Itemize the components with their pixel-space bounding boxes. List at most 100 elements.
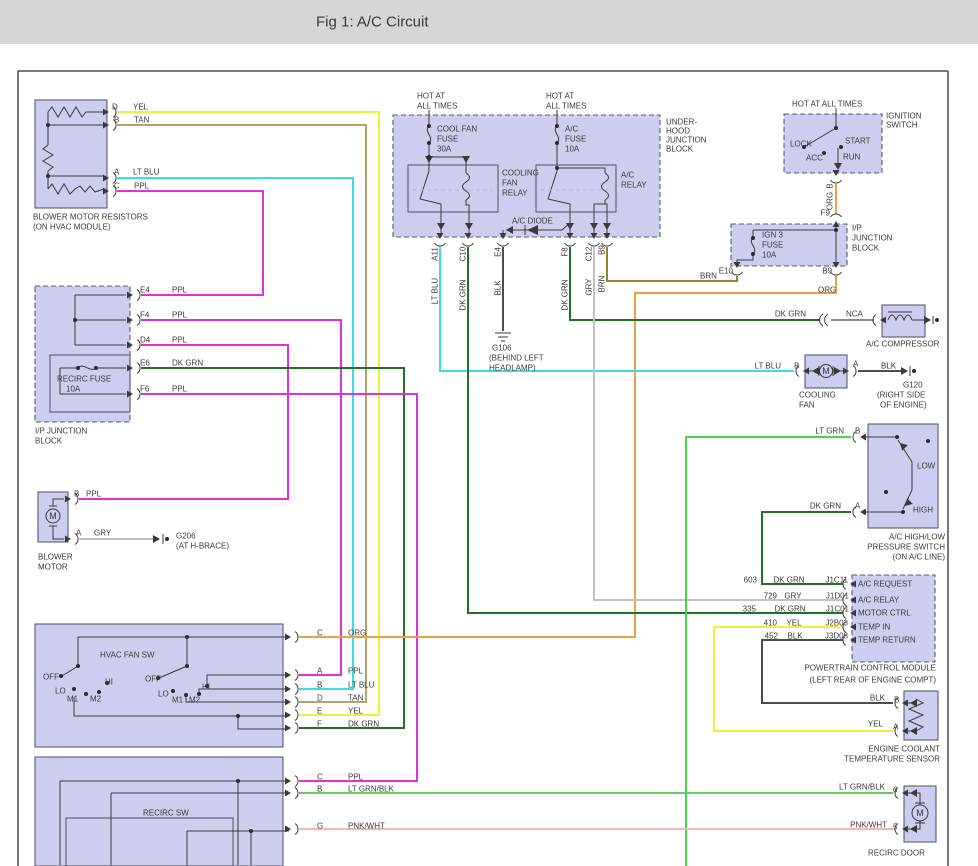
junction-dot: [97, 690, 101, 694]
pin-arrow: [285, 789, 291, 797]
junction-dot: [427, 155, 431, 159]
junction-dot: [895, 435, 899, 439]
junction-dot: [839, 145, 843, 149]
wire-ppl-f4-hvac-a: [141, 319, 342, 676]
junction-dot: [171, 689, 175, 693]
junction-dot: [555, 141, 559, 145]
pin-arrow: [285, 685, 291, 693]
junction-dot: [184, 693, 188, 697]
ac-compressor-box: [881, 304, 926, 338]
junction-dot: [822, 151, 826, 155]
pin-connector-arc: [601, 242, 613, 247]
pin-connector-arc: [894, 787, 899, 799]
pin-connector-arc: [830, 213, 842, 218]
pin-arrow: [285, 698, 291, 706]
junction-dot: [84, 692, 88, 696]
pin-connector-arc: [136, 314, 141, 326]
junction-dot: [46, 123, 50, 127]
junction-dot: [802, 145, 806, 149]
pin-connector-arc: [294, 696, 299, 708]
pin-connector-arc: [74, 533, 79, 545]
junction-dot: [236, 714, 240, 718]
junction-dot: [935, 318, 939, 322]
pin-connector-arc: [294, 775, 299, 787]
wire-tan-blower-b: [117, 124, 367, 703]
pin-connector-arc: [434, 242, 446, 247]
junction-dot: [205, 684, 209, 688]
pin-connector-arc: [795, 365, 800, 377]
ignition-switch-box: [783, 113, 883, 174]
pin-connector-arc: [136, 362, 141, 374]
pin-connector-arc: [294, 709, 299, 721]
pin-connector-arc: [842, 594, 847, 606]
junction-dot: [751, 252, 755, 256]
junction-dot: [94, 366, 98, 370]
junction-dot: [76, 664, 80, 668]
wire-ltgrn-pressure-b: [685, 436, 851, 866]
pin-arrow: [285, 711, 291, 719]
pin-connector-arc: [136, 388, 141, 400]
wire-gry-c12-pcm: [593, 247, 843, 601]
junction-dot: [236, 779, 240, 783]
junction-dot: [197, 692, 201, 696]
pin-connector-arc: [852, 506, 857, 518]
wiring-diagram-page: Fig 1: A/C Circuit MMM D YEL B TAN A LT BLU C P…: [0, 0, 978, 866]
pin-connector-arc: [564, 242, 576, 247]
junction-dot: [926, 439, 930, 443]
junction-dot: [912, 369, 916, 373]
wire-ltblu-blower-a: [117, 177, 354, 690]
pcm-box: [851, 574, 936, 663]
junction-dot: [73, 318, 77, 322]
pin-connector-arc: [830, 271, 842, 276]
junction-dot: [901, 510, 905, 514]
pin-connector-arc: [731, 271, 743, 276]
pin-connector-arc: [294, 683, 299, 695]
pin-arrow: [285, 724, 291, 732]
junction-dot: [555, 166, 559, 170]
junction-dot: [427, 124, 431, 128]
pin-connector-arc: [842, 621, 847, 633]
recirc-door-motor-symbol-letter: M: [916, 808, 924, 818]
cooling-fan-motor-symbol-letter: M: [822, 366, 830, 376]
junction-dot: [165, 537, 169, 541]
pin-arrow: [285, 633, 291, 641]
pin-connector-arc: [136, 339, 141, 351]
pin-connector-arc: [872, 314, 877, 326]
pin-connector-arc: [894, 697, 899, 709]
pin-connector-arc: [842, 634, 847, 646]
pin-connector-arc: [894, 725, 899, 737]
ip-junction-left-box: [34, 285, 131, 423]
pin-connector-arc: [852, 365, 857, 377]
wire-ppl-resistor-e4: [117, 190, 264, 296]
arrowhead: [924, 316, 931, 324]
pin-connector-arc: [497, 242, 509, 247]
pin-arrow: [285, 671, 291, 679]
inline-connector: [824, 313, 829, 327]
pin-connector-arc: [588, 242, 600, 247]
junction-dot: [884, 490, 888, 494]
junction-dot: [185, 635, 189, 639]
pin-connector-arc: [294, 722, 299, 734]
junction-dot: [185, 664, 189, 668]
pin-connector-arc: [136, 289, 141, 301]
junction-dot: [834, 228, 838, 232]
pin-arrow: [860, 508, 866, 516]
pin-connector-arc: [112, 106, 117, 118]
junction-dot: [59, 674, 63, 678]
pin-connector-arc: [842, 607, 847, 619]
diagram-svg: M M M: [17, 70, 949, 866]
junction-dot: [46, 174, 50, 178]
blower-motor-symbol-letter: M: [49, 511, 57, 521]
pin-arrow: [860, 433, 866, 441]
pin-connector-arc: [294, 631, 299, 643]
junction-dot: [105, 681, 109, 685]
pin-connector-arc: [294, 787, 299, 799]
pin-connector-arc: [294, 669, 299, 681]
wire-dkgrn-pressure-pcm: [761, 511, 851, 585]
pin-connector-arc: [294, 823, 299, 835]
junction-dot: [72, 687, 76, 691]
junction-dot: [76, 366, 80, 370]
pin-connector-arc: [112, 172, 117, 184]
wire-brn-ign3: [606, 247, 738, 282]
underhood-junction-box: [392, 114, 661, 238]
